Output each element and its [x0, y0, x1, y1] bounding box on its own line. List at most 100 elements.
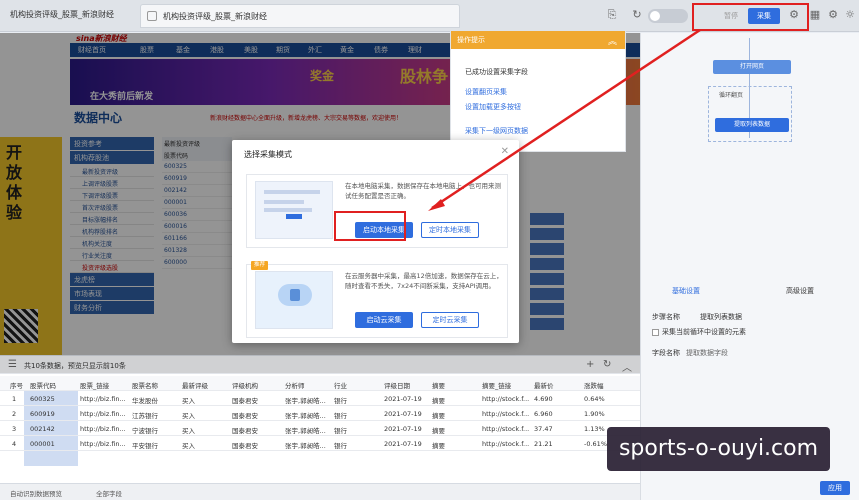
browser-tab[interactable]: 机构投资评级_股票_新浪财经	[140, 4, 460, 28]
tips-link[interactable]: 设置加载更多按钮	[465, 102, 521, 112]
table-cell: 国泰君安	[232, 427, 258, 435]
table-cell: http://biz.fin...	[80, 395, 126, 403]
loop-check[interactable]: 采集当前循环中设置的元素	[652, 327, 746, 337]
cloud-desc: 在云服务器中采集，最高12倍加速，数据保存在云上，随时查看不丢失，7x24不间断…	[345, 272, 503, 290]
refresh-icon[interactable]: ↻	[630, 8, 644, 22]
data-header-dim	[0, 355, 640, 373]
flow-node-extract[interactable]: 提取列表数据	[715, 118, 789, 132]
table-cell: 2	[12, 410, 17, 418]
field-action[interactable]: 提取数据字段	[686, 348, 728, 358]
col-header[interactable]: 摘要	[432, 380, 445, 390]
tips-link[interactable]: 设置翻页采集	[465, 87, 507, 97]
table-cell: 国泰君安	[232, 397, 258, 405]
table-cell: 2021-07-19	[384, 395, 422, 403]
col-header[interactable]: 摘要_链接	[482, 380, 511, 390]
table-cell: 张宇,郭昶皓...	[285, 397, 326, 405]
col-header[interactable]: 股票名称	[132, 380, 158, 390]
schedule-cloud-button[interactable]: 定时云采集	[421, 312, 479, 328]
col-header[interactable]: 股票代码	[30, 380, 56, 390]
table-cell: 买入	[182, 442, 195, 450]
cloud-collect-card: 推荐 在云服务器中采集，最高12倍加速，数据保存在云上，随时查看不丢失，7x24…	[246, 261, 508, 338]
app-tab[interactable]: 机构投资评级_股票_新浪财经	[10, 9, 114, 20]
close-icon[interactable]: ✕	[501, 146, 509, 157]
table-cell: 2021-07-19	[384, 440, 422, 448]
step-name-input[interactable]: 提取列表数据	[700, 312, 742, 322]
settings-icon[interactable]: ⚙	[826, 8, 840, 22]
bottom-bar: 自动识别数据预览 全部字段	[0, 483, 640, 500]
table-row[interactable]: 3 002142 http://biz.fin... 宁波银行 买入 国泰君安 张宇,郭昶皓…	[0, 421, 640, 436]
table-cell: http://biz.fin...	[80, 410, 126, 418]
tips-panel: 操作提示 ︽ 已成功设置采集字段 设置翻页采集 设置加载更多按钮 采集下一级网页…	[450, 30, 626, 152]
col-header[interactable]: 最新价	[534, 380, 554, 390]
col-header[interactable]: 涨跌幅	[584, 380, 604, 390]
flow-loop-box[interactable]: 循环翻页	[708, 86, 792, 142]
table-cell: 买入	[182, 397, 195, 405]
table-cell: 摘要	[432, 427, 445, 435]
tab-basic[interactable]: 基础设置	[672, 284, 700, 298]
checkbox[interactable]	[652, 328, 659, 336]
schedule-local-button[interactable]: 定时本地采集	[421, 222, 479, 238]
cloud-icon	[278, 284, 312, 306]
table-cell: 平安银行	[132, 442, 158, 450]
col-header[interactable]: 最新评级	[182, 380, 208, 390]
bottom-tab-fields[interactable]: 全部字段	[96, 488, 122, 498]
table-cell: 江苏银行	[132, 412, 158, 420]
table-cell: http://biz.fin...	[80, 425, 126, 433]
table-row[interactable]: 4 000001 http://biz.fin... 平安银行 买入 国泰君安 张宇,郭昶皓…	[0, 436, 640, 451]
tips-link[interactable]: 采集下一级网页数据	[465, 126, 528, 136]
table-cell: 2021-07-19	[384, 425, 422, 433]
local-illustration	[255, 181, 333, 239]
table-cell: http://stock.f...	[482, 395, 530, 403]
table-cell: 张宇,郭昶皓...	[285, 412, 326, 420]
chevron-up-icon[interactable]: ︽	[608, 34, 617, 47]
col-header[interactable]: 评级日期	[384, 380, 410, 390]
dialog-title: 选择采集模式	[244, 150, 292, 159]
table-cell: http://biz.fin...	[80, 440, 126, 448]
table-cell: 摘要	[432, 412, 445, 420]
table-cell: http://stock.f...	[482, 425, 530, 433]
bottom-tab-preview[interactable]: 自动识别数据预览	[10, 488, 62, 498]
col-header: 序号	[10, 382, 23, 390]
tips-title: 操作提示	[457, 36, 485, 44]
local-desc: 在本地电脑采集，数据保存在本地电脑上，也可用来测试任务配置是否正确。	[345, 182, 501, 200]
apply-button[interactable]: 应用	[820, 481, 850, 495]
table-cell: 摘要	[432, 442, 445, 450]
table-row[interactable]: 1 600325 http://biz.fin... 华发股份 买入 国泰君安 张宇,郭昶皓…	[0, 391, 640, 406]
flow-toggle[interactable]	[648, 9, 688, 23]
title-bar: 机构投资评级_股票_新浪财经 机构投资评级_股票_新浪财经 ⎘ ↻ 暂停 采集 …	[0, 0, 859, 32]
tips-header[interactable]: 操作提示 ︽	[451, 31, 625, 49]
table-cell: 买入	[182, 427, 195, 435]
col-header[interactable]: 股票_链接	[80, 380, 109, 390]
highlight-box-local	[334, 211, 406, 241]
page-icon	[147, 11, 157, 21]
table-cell: 000001	[30, 440, 55, 448]
table-cell: 银行	[334, 427, 347, 435]
export-icon[interactable]: ⎘	[605, 8, 619, 22]
table-cell: 002142	[30, 425, 55, 433]
table-cell: 银行	[334, 442, 347, 450]
table-header: 序号 股票代码 股票_链接 股票名称 最新评级 评级机构 分析师 行业 评级日期…	[0, 376, 640, 391]
table-cell: 0.64%	[584, 395, 605, 403]
table-cell: 1.90%	[584, 410, 605, 418]
grid-icon[interactable]: ▦	[808, 8, 822, 22]
tab-advanced[interactable]: 高级设置	[786, 284, 814, 298]
table-cell: 银行	[334, 397, 347, 405]
table-cell: 华发股份	[132, 397, 158, 405]
table-cell: 摘要	[432, 397, 445, 405]
table-cell: -0.61%	[584, 440, 607, 448]
table-cell: 1	[12, 395, 17, 403]
start-cloud-button[interactable]: 启动云采集	[355, 312, 413, 328]
collect-mode-dialog: 选择采集模式 ✕ 在本地电脑采集，数据保存在本地电脑上，也可用来测试任务配置是否…	[232, 140, 519, 343]
data-table: 序号 股票代码 股票_链接 股票名称 最新评级 评级机构 分析师 行业 评级日期…	[0, 376, 640, 451]
table-cell: 21.21	[534, 440, 553, 448]
table-cell: 600919	[30, 410, 55, 418]
table-cell: 张宇,郭昶皓...	[285, 427, 326, 435]
flow-node-open[interactable]: 打开网页	[713, 60, 791, 74]
col-header[interactable]: 行业	[334, 380, 347, 390]
table-row[interactable]: 2 600919 http://biz.fin... 江苏银行 买入 国泰君安 张宇,郭昶皓…	[0, 406, 640, 421]
flow-loop-label: 循环翻页	[719, 92, 744, 99]
table-cell: 银行	[334, 412, 347, 420]
bulb-icon[interactable]: ☼	[843, 8, 857, 22]
col-header[interactable]: 分析师	[285, 380, 305, 390]
col-header[interactable]: 评级机构	[232, 380, 258, 390]
